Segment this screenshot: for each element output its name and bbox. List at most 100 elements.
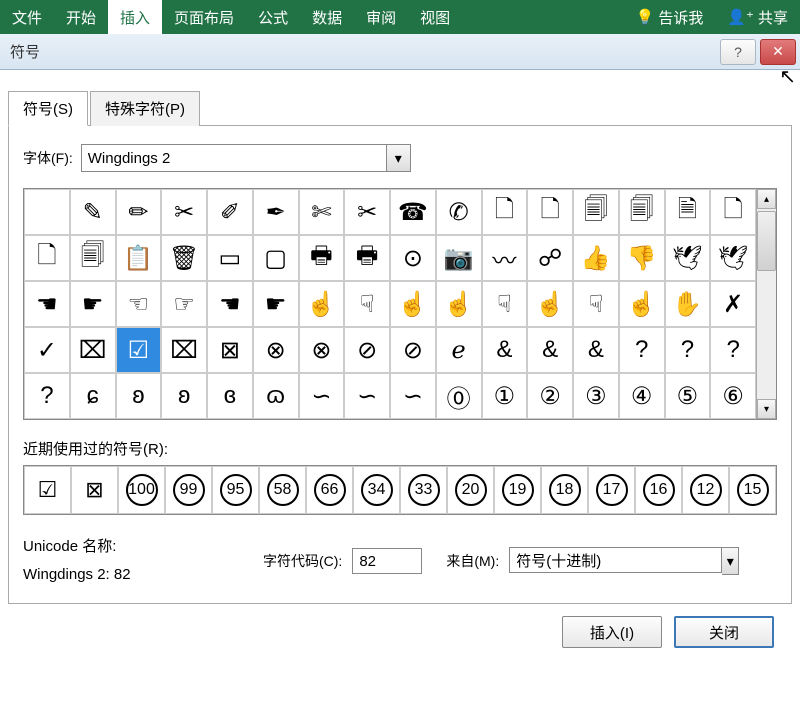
symbol-cell[interactable]: & bbox=[482, 327, 528, 373]
from-combo[interactable]: ▾ bbox=[509, 547, 739, 575]
symbol-cell[interactable]: ✆ bbox=[436, 189, 482, 235]
symbol-cell[interactable]: 🗋 bbox=[527, 189, 573, 235]
ribbon-tab-pagelayout[interactable]: 页面布局 bbox=[162, 0, 246, 34]
recent-symbol-cell[interactable]: 99 bbox=[165, 466, 212, 514]
scroll-down-button[interactable]: ▾ bbox=[757, 399, 776, 419]
recent-symbol-cell[interactable]: 12 bbox=[682, 466, 729, 514]
recent-symbol-cell[interactable]: 66 bbox=[306, 466, 353, 514]
symbol-cell[interactable]: 🕊 bbox=[665, 235, 711, 281]
symbol-cell[interactable]: ✄ bbox=[299, 189, 345, 235]
symbol-cell[interactable]: ⊙ bbox=[390, 235, 436, 281]
close-window-button[interactable]: ✕ bbox=[760, 39, 796, 65]
symbol-cell[interactable]: 🗐 bbox=[70, 235, 116, 281]
symbol-cell[interactable]: ✗ bbox=[710, 281, 756, 327]
ribbon-tellme[interactable]: 💡 告诉我 bbox=[624, 0, 716, 34]
symbol-cell[interactable]: ☝ bbox=[436, 281, 482, 327]
recent-symbol-cell[interactable]: 16 bbox=[635, 466, 682, 514]
ribbon-tab-review[interactable]: 审阅 bbox=[354, 0, 408, 34]
symbol-cell[interactable]: 👎 bbox=[619, 235, 665, 281]
symbol-cell[interactable]: ɕ bbox=[70, 373, 116, 419]
tab-special-chars[interactable]: 特殊字符(P) bbox=[90, 91, 200, 126]
help-button[interactable]: ? bbox=[720, 39, 756, 65]
ribbon-tab-view[interactable]: 视图 bbox=[408, 0, 462, 34]
symbol-cell[interactable]: ⓪ bbox=[436, 373, 482, 419]
scroll-thumb[interactable] bbox=[757, 211, 776, 271]
recent-symbol-cell[interactable]: ☑ bbox=[24, 466, 71, 514]
symbol-cell[interactable]: ⊠ bbox=[207, 327, 253, 373]
font-combo[interactable]: ▾ bbox=[81, 144, 411, 172]
scroll-up-button[interactable]: ▴ bbox=[757, 189, 776, 209]
symbol-cell[interactable]: ⌧ bbox=[161, 327, 207, 373]
symbol-cell[interactable]: 🗑 bbox=[161, 235, 207, 281]
symbol-cell[interactable]: ? bbox=[665, 327, 711, 373]
symbol-cell[interactable] bbox=[24, 189, 70, 235]
symbol-cell[interactable]: ☛ bbox=[70, 281, 116, 327]
symbol-cell[interactable]: 🗋 bbox=[710, 189, 756, 235]
symbol-grid-scrollbar[interactable]: ▴ ▾ bbox=[756, 189, 776, 419]
symbol-cell[interactable]: & bbox=[573, 327, 619, 373]
symbol-cell[interactable]: ✒ bbox=[253, 189, 299, 235]
symbol-cell[interactable]: 🗎 bbox=[665, 189, 711, 235]
ribbon-tab-home[interactable]: 开始 bbox=[54, 0, 108, 34]
symbol-cell[interactable]: ⊘ bbox=[390, 327, 436, 373]
symbol-cell[interactable]: ✂ bbox=[161, 189, 207, 235]
symbol-cell[interactable]: 📋 bbox=[116, 235, 162, 281]
recent-symbol-cell[interactable]: ⊠ bbox=[71, 466, 118, 514]
symbol-cell[interactable]: ∽ bbox=[344, 373, 390, 419]
symbol-cell[interactable]: ℯ bbox=[436, 327, 482, 373]
symbol-cell[interactable]: ☛ bbox=[253, 281, 299, 327]
ribbon-tab-data[interactable]: 数据 bbox=[300, 0, 354, 34]
symbol-cell[interactable]: ▢ bbox=[253, 235, 299, 281]
symbol-cell[interactable]: ☝ bbox=[299, 281, 345, 327]
symbol-cell[interactable]: ⌧ bbox=[70, 327, 116, 373]
font-dropdown-button[interactable]: ▾ bbox=[387, 144, 411, 172]
symbol-cell[interactable]: ④ bbox=[619, 373, 665, 419]
symbol-cell[interactable]: ⑤ bbox=[665, 373, 711, 419]
symbol-cell[interactable]: 〰 bbox=[482, 235, 528, 281]
symbol-cell[interactable]: 🕊 bbox=[710, 235, 756, 281]
symbol-cell[interactable]: ② bbox=[527, 373, 573, 419]
symbol-cell[interactable]: ⊗ bbox=[299, 327, 345, 373]
symbol-cell[interactable]: ⊗ bbox=[253, 327, 299, 373]
recent-symbol-cell[interactable]: 18 bbox=[541, 466, 588, 514]
symbol-cell[interactable]: ʚ bbox=[116, 373, 162, 419]
symbol-cell[interactable]: ☝ bbox=[619, 281, 665, 327]
recent-symbol-cell[interactable]: 100 bbox=[118, 466, 165, 514]
symbol-cell[interactable]: ? bbox=[619, 327, 665, 373]
from-input[interactable] bbox=[509, 547, 722, 573]
symbol-cell[interactable]: & bbox=[527, 327, 573, 373]
recent-symbol-cell[interactable]: 17 bbox=[588, 466, 635, 514]
symbol-cell[interactable]: 👍 bbox=[573, 235, 619, 281]
symbol-cell[interactable]: ʚ bbox=[161, 373, 207, 419]
symbol-cell[interactable]: ▭ bbox=[207, 235, 253, 281]
symbol-cell[interactable]: ☍ bbox=[527, 235, 573, 281]
symbol-cell[interactable]: 🗋 bbox=[24, 235, 70, 281]
symbol-cell[interactable]: ✎ bbox=[70, 189, 116, 235]
recent-symbol-cell[interactable]: 15 bbox=[729, 466, 776, 514]
ribbon-tab-formulas[interactable]: 公式 bbox=[246, 0, 300, 34]
symbol-cell[interactable]: ① bbox=[482, 373, 528, 419]
symbol-cell[interactable]: 🖶 bbox=[344, 235, 390, 281]
symbol-cell[interactable]: ɷ bbox=[253, 373, 299, 419]
symbol-cell[interactable]: ✂ bbox=[344, 189, 390, 235]
symbol-cell[interactable]: ☝ bbox=[390, 281, 436, 327]
symbol-cell[interactable]: 🖶 bbox=[299, 235, 345, 281]
symbol-cell[interactable]: ☜ bbox=[116, 281, 162, 327]
symbol-cell[interactable]: ☟ bbox=[344, 281, 390, 327]
symbol-cell[interactable]: 🗐 bbox=[573, 189, 619, 235]
symbol-cell[interactable]: ? bbox=[24, 373, 70, 419]
symbol-cell[interactable]: ɞ bbox=[207, 373, 253, 419]
ribbon-share[interactable]: 👤⁺ 共享 bbox=[715, 0, 800, 34]
ribbon-tab-file[interactable]: 文件 bbox=[0, 0, 54, 34]
recent-symbol-cell[interactable]: 34 bbox=[353, 466, 400, 514]
symbol-cell[interactable]: ✋ bbox=[665, 281, 711, 327]
symbol-cell[interactable]: ☟ bbox=[573, 281, 619, 327]
symbol-cell[interactable]: ∽ bbox=[390, 373, 436, 419]
symbol-cell[interactable]: ✏ bbox=[116, 189, 162, 235]
font-input[interactable] bbox=[81, 144, 387, 172]
recent-symbol-cell[interactable]: 33 bbox=[400, 466, 447, 514]
symbol-cell[interactable]: 🗐 bbox=[619, 189, 665, 235]
symbol-cell[interactable]: ✓ bbox=[24, 327, 70, 373]
from-dropdown-button[interactable]: ▾ bbox=[722, 547, 739, 575]
symbol-cell[interactable]: ? bbox=[710, 327, 756, 373]
